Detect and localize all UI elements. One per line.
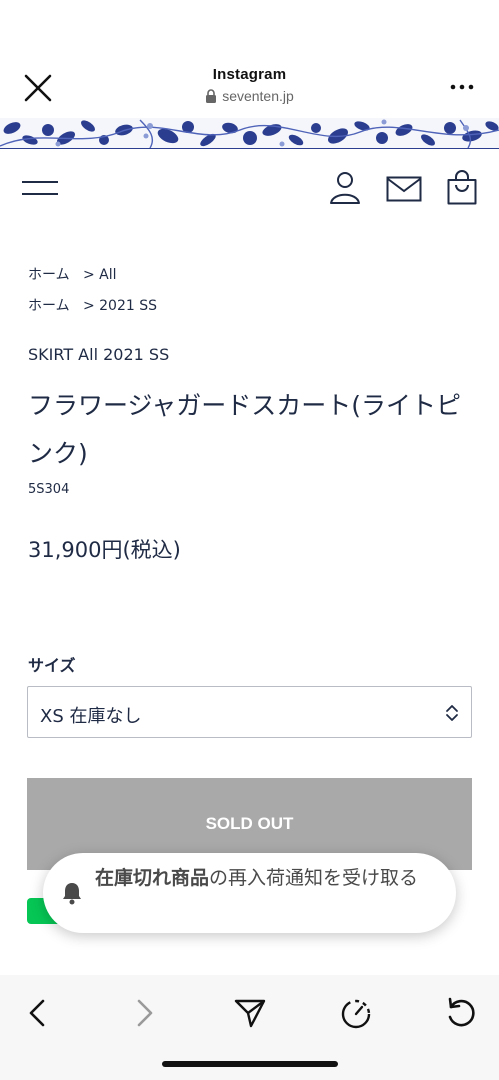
product-price: 31,900円(税込) (28, 538, 181, 562)
lock-icon (206, 89, 217, 103)
cart-button[interactable] (446, 170, 478, 210)
shopping-bag-icon (447, 170, 477, 205)
account-button[interactable] (328, 170, 362, 210)
browser-title: Instagram (212, 66, 287, 83)
hamburger-menu-button[interactable] (22, 178, 58, 200)
user-icon (330, 172, 360, 204)
select-arrows-icon (446, 705, 458, 721)
size-select-value: XS 在庫なし (40, 706, 142, 727)
floral-banner (0, 118, 499, 149)
reload-icon (448, 997, 475, 1027)
restock-notify-button[interactable]: 在庫切れ商品の再入荷通知を受け取る (43, 853, 456, 933)
breadcrumb-home-link[interactable]: ホーム (28, 267, 70, 283)
size-label: サイズ (28, 656, 76, 675)
page: Instagram seventen.jp ホーム > All ホーム > 20… (0, 0, 499, 1080)
home-indicator[interactable] (162, 1061, 338, 1067)
forward-button[interactable] (124, 993, 164, 1033)
browser-url: seventen.jp (205, 88, 294, 104)
breadcrumb: ホーム > 2021 SS (28, 295, 157, 315)
restock-notify-bold: 在庫切れ商品 (95, 867, 210, 889)
product-sku: 5S304 (28, 482, 70, 497)
breadcrumb: ホーム > All (28, 264, 117, 284)
browser-title-block: Instagram seventen.jp (0, 66, 499, 107)
breadcrumb-season-link[interactable]: 2021 SS (99, 298, 157, 314)
chevron-left-icon (29, 999, 45, 1027)
breadcrumb-all-link[interactable]: All (99, 267, 116, 283)
bell-icon (63, 883, 81, 905)
product-title: フラワージャガードスカート(ライトピンク) (28, 391, 462, 468)
floral-pattern (0, 119, 499, 148)
more-button[interactable] (447, 72, 477, 102)
size-select[interactable]: XS 在庫なし (27, 686, 472, 738)
site-header (0, 150, 499, 230)
browser-header: Instagram seventen.jp (0, 0, 499, 118)
hamburger-line (22, 181, 58, 183)
breadcrumb-separator: > (82, 298, 95, 314)
restock-notify-rest: の再入荷通知を受け取る (209, 867, 419, 889)
share-button[interactable] (230, 993, 270, 1033)
chevron-right-icon (137, 999, 153, 1027)
timer-button[interactable] (336, 993, 376, 1033)
product-category: SKIRT All 2021 SS (28, 345, 170, 364)
timer-icon (341, 999, 371, 1029)
breadcrumb-separator: > (82, 267, 95, 283)
browser-url-text: seventen.jp (222, 88, 294, 104)
hamburger-line (22, 193, 58, 195)
breadcrumb-home-link[interactable]: ホーム (28, 298, 70, 314)
send-icon (234, 999, 266, 1028)
reload-button[interactable] (441, 993, 481, 1033)
restock-notify-text: 在庫切れ商品の再入荷通知を受け取る (95, 864, 435, 892)
mail-icon (386, 176, 422, 202)
contact-button[interactable] (386, 176, 422, 206)
more-icon (450, 84, 474, 90)
back-button[interactable] (18, 993, 58, 1033)
